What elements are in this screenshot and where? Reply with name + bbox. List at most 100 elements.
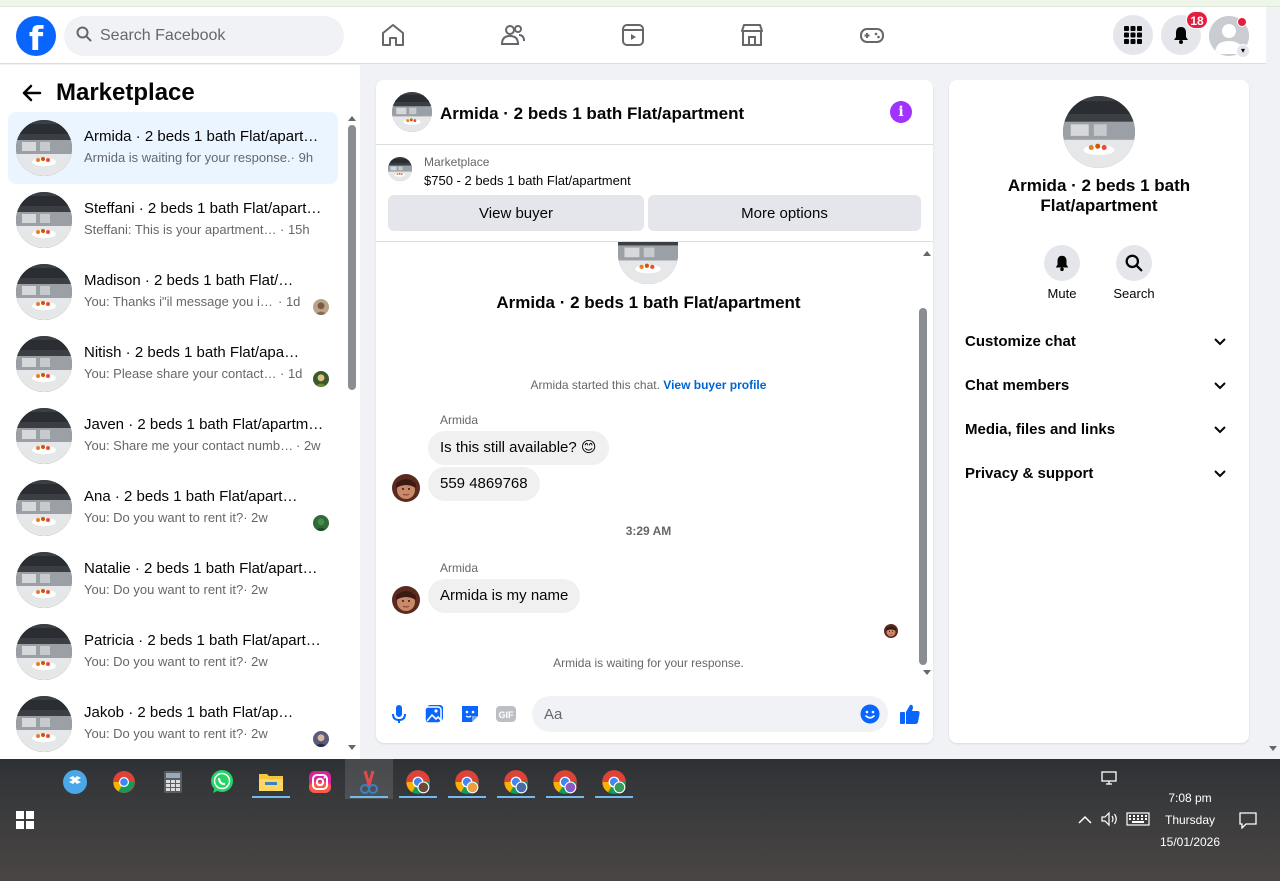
network-desktop-icon[interactable] (1100, 771, 1120, 787)
conversation-item[interactable]: Ana · 2 beds 1 bath Flat/apartment You: … (8, 472, 338, 544)
taskbar-time[interactable]: 7:08 pm (1140, 791, 1240, 805)
chrome-profile-icon[interactable] (501, 767, 531, 797)
message-bubble[interactable]: Armida is my name (428, 579, 581, 613)
emoji-icon[interactable] (860, 704, 880, 724)
seen-avatar (884, 624, 898, 638)
taskbar-date[interactable]: 15/01/2026 (1140, 835, 1240, 849)
profile-alert-dot (1237, 17, 1247, 27)
marketplace-icon[interactable] (738, 21, 766, 49)
sidebar-scrollbar-thumb[interactable] (348, 125, 356, 390)
mute-button[interactable] (1044, 245, 1080, 281)
taskbar-running-indicator (546, 796, 584, 798)
gaming-icon[interactable] (858, 21, 886, 49)
listing-thumbnail (16, 552, 72, 608)
sender-avatar[interactable] (392, 586, 420, 614)
chat-members-section[interactable]: Chat members (965, 364, 1233, 408)
microphone-icon[interactable] (388, 703, 410, 725)
search-input[interactable] (100, 27, 320, 45)
message-bubble[interactable]: Is this still available? 😊 (428, 431, 609, 465)
chat-title[interactable]: Armida · 2 beds 1 bath Flat/apartment (440, 104, 744, 124)
chat-avatar[interactable] (392, 92, 432, 132)
chevron-down-icon[interactable]: ▾ (1236, 44, 1250, 58)
conversation-name: Madison · 2 beds 1 bath Flat/apartment (84, 272, 300, 289)
conversation-preview: You: Please share your contact n... · 1d (84, 366, 303, 381)
facebook-app: f 18 ▾ (0, 0, 1280, 759)
grid-icon (1124, 26, 1142, 44)
view-buyer-button[interactable]: View buyer (388, 195, 644, 231)
search-label: Search (1113, 286, 1155, 301)
chevron-down-icon (1214, 470, 1226, 478)
message-input[interactable] (532, 696, 888, 732)
conversation-item[interactable]: Patricia · 2 beds 1 bath Flat/apartment … (8, 616, 338, 688)
chat-intro-avatar (618, 242, 678, 284)
conversation-item[interactable]: Armida · 2 beds 1 bath Flat/apartment Ar… (8, 112, 338, 184)
volume-icon[interactable] (1100, 811, 1120, 827)
bell-icon (1055, 255, 1069, 272)
chrome-profile-icon[interactable] (403, 767, 433, 797)
listing-thumbnail (16, 264, 72, 320)
conversation-name: Javen · 2 beds 1 bath Flat/apartment (84, 416, 324, 433)
conversation-name: Patricia · 2 beds 1 bath Flat/apartment (84, 632, 324, 649)
more-options-button[interactable]: More options (648, 195, 921, 231)
chrome-profile-icon[interactable] (550, 767, 580, 797)
chrome-profile-icon[interactable] (452, 767, 482, 797)
file-explorer-icon[interactable] (256, 767, 286, 797)
seen-avatar (313, 371, 329, 387)
page-scrollbar[interactable] (1266, 65, 1280, 759)
conversation-name: Armida · 2 beds 1 bath Flat/apartment (84, 128, 324, 145)
taskbar-running-indicator (399, 796, 437, 798)
listing-thumbnail (16, 696, 72, 752)
windows-start-icon[interactable] (10, 805, 40, 835)
taskbar-day[interactable]: Thursday (1140, 813, 1240, 827)
video-icon[interactable] (619, 21, 647, 49)
chrome-app-icon[interactable] (109, 767, 139, 797)
listing-price-title[interactable]: $750 - 2 beds 1 bath Flat/apartment (424, 173, 631, 188)
search-chat-button[interactable] (1116, 245, 1152, 281)
chevron-down-icon (1214, 338, 1226, 346)
conversation-preview: You: Do you want to rent it? · 2w (84, 726, 268, 741)
conversation-item[interactable]: Steffani · 2 beds 1 bath Flat/apartment … (8, 184, 338, 256)
gif-label: GIF (499, 710, 515, 720)
chrome-profile-icon[interactable] (599, 767, 629, 797)
sender-avatar[interactable] (392, 474, 420, 502)
media-files-links-section[interactable]: Media, files and links (965, 408, 1233, 452)
thumbs-up-icon[interactable] (898, 702, 922, 726)
page-title: Marketplace (56, 79, 195, 106)
view-buyer-profile-link[interactable]: View buyer profile (663, 378, 766, 392)
gif-icon[interactable]: GIF (495, 703, 517, 725)
search-box[interactable] (64, 16, 344, 56)
menu-grid-button[interactable] (1113, 15, 1153, 55)
facebook-logo[interactable]: f (16, 16, 56, 56)
conversation-item[interactable]: Jakob · 2 beds 1 bath Flat/apartment You… (8, 688, 338, 759)
whatsapp-app-icon[interactable] (207, 767, 237, 797)
instagram-app-icon[interactable] (305, 767, 335, 797)
sticker-icon[interactable] (459, 703, 481, 725)
message-timestamp: 3:29 AM (625, 524, 672, 538)
listing-thumbnail (16, 480, 72, 536)
marketplace-sidebar: Marketplace Armida · 2 beds 1 bath Flat/… (0, 65, 360, 759)
calculator-app-icon[interactable] (158, 767, 188, 797)
dropbox-app-icon[interactable] (60, 767, 90, 797)
privacy-support-section[interactable]: Privacy & support (965, 452, 1233, 496)
home-icon[interactable] (379, 21, 407, 49)
friends-icon[interactable] (499, 21, 527, 49)
notification-center-icon[interactable] (1238, 811, 1258, 830)
conversation-item[interactable]: Natalie · 2 beds 1 bath Flat/apartment Y… (8, 544, 338, 616)
conversation-item[interactable]: Javen · 2 beds 1 bath Flat/apartment You… (8, 400, 338, 472)
conversation-name: Steffani · 2 beds 1 bath Flat/apartment (84, 200, 324, 217)
info-icon[interactable]: i (890, 101, 912, 123)
info-avatar (1063, 96, 1135, 168)
back-arrow-icon[interactable] (20, 81, 44, 105)
chat-scrollbar-thumb[interactable] (919, 308, 927, 665)
chevron-up-icon[interactable] (1077, 813, 1097, 829)
listing-thumbnail (16, 120, 72, 176)
customize-chat-section[interactable]: Customize chat (965, 320, 1233, 364)
conversation-item[interactable]: Madison · 2 beds 1 bath Flat/apartment Y… (8, 256, 338, 328)
snipping-tool-icon[interactable] (354, 767, 384, 797)
conversation-item[interactable]: Nitish · 2 beds 1 bath Flat/apartment Yo… (8, 328, 338, 400)
chat-started-note: Armida started this chat. View buyer pro… (530, 378, 767, 392)
seen-avatar (313, 299, 329, 315)
conversation-preview: You: Do you want to rent it? · 2w (84, 510, 268, 525)
photo-icon[interactable] (423, 703, 445, 725)
message-bubble[interactable]: 559 4869768 (428, 467, 540, 501)
